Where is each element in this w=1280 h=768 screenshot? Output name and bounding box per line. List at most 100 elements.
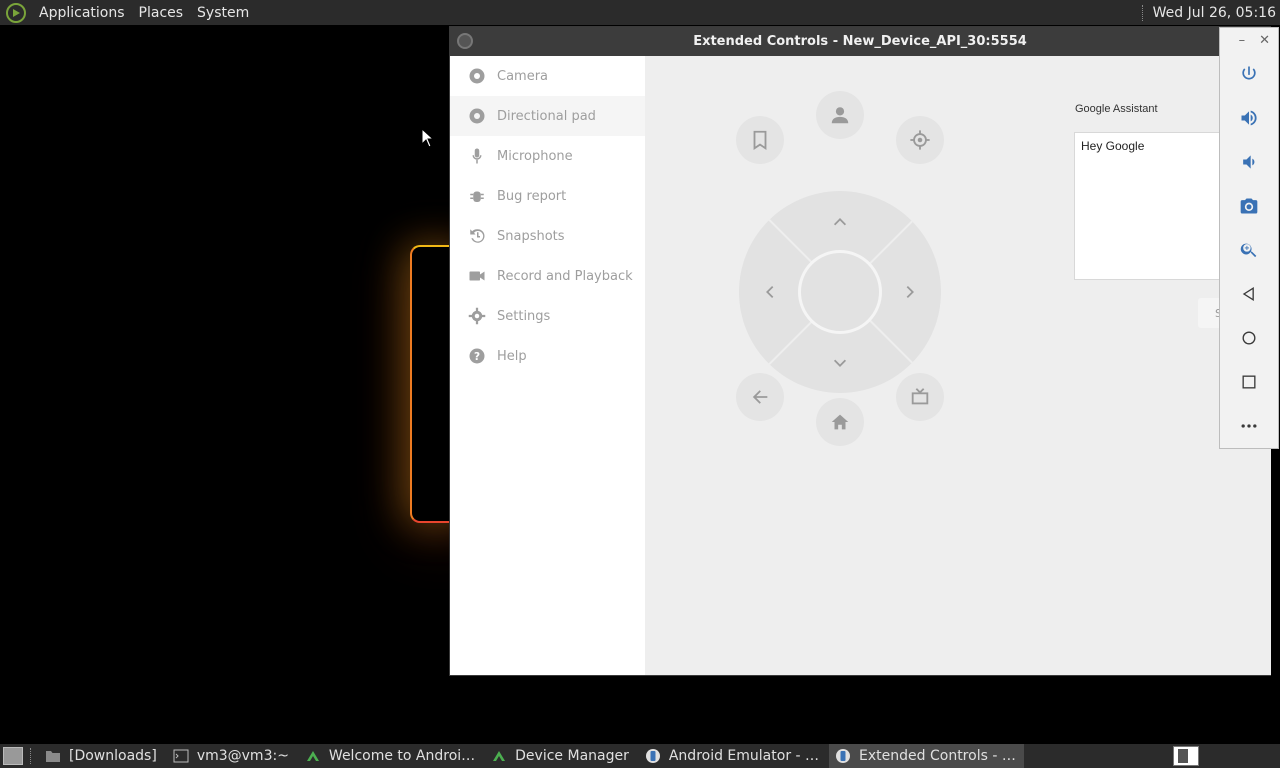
sidebar-item-label: Microphone xyxy=(497,148,573,164)
back-button[interactable] xyxy=(736,373,784,421)
taskbar-item-label: Welcome to Androi… xyxy=(328,748,476,764)
dpad-up-button[interactable] xyxy=(830,212,850,232)
emulator-icon xyxy=(835,748,851,764)
sidebar-item-label: Snapshots xyxy=(497,228,565,244)
volume-up-button[interactable] xyxy=(1220,96,1278,140)
chevron-left-icon xyxy=(766,285,774,299)
chevron-right-icon xyxy=(906,285,914,299)
sidebar-item-label: Camera xyxy=(497,68,549,84)
nav-overview-button[interactable] xyxy=(1220,360,1278,404)
menu-places[interactable]: Places xyxy=(132,5,191,21)
taskbar-item-downloads[interactable]: [Downloads] xyxy=(39,744,165,768)
taskbar-item-label: [Downloads] xyxy=(69,748,157,764)
power-button[interactable] xyxy=(1220,52,1278,96)
taskbar-item-welcome-android-studio[interactable]: Welcome to Androi… xyxy=(299,744,483,768)
overview-icon xyxy=(1242,375,1256,389)
assistant-query-input[interactable]: Hey Google xyxy=(1074,132,1234,280)
sidebar-item-directional-pad[interactable]: Directional pad xyxy=(450,96,645,136)
panel-grip xyxy=(1141,4,1145,21)
dpad-icon xyxy=(468,107,486,125)
taskbar-item-device-manager[interactable]: Device Manager xyxy=(485,744,637,768)
volume-down-button[interactable] xyxy=(1220,140,1278,184)
account-button[interactable] xyxy=(816,91,864,139)
gear-icon xyxy=(468,307,486,325)
sidebar-item-label: Help xyxy=(497,348,527,364)
minimize-button[interactable]: – xyxy=(1239,33,1246,48)
more-icon xyxy=(1241,424,1257,428)
history-icon xyxy=(468,227,486,245)
close-button[interactable]: ✕ xyxy=(1259,33,1270,48)
sidebar-item-settings[interactable]: Settings xyxy=(450,296,645,336)
nav-back-button[interactable] xyxy=(1220,272,1278,316)
sidebar-item-camera[interactable]: Camera xyxy=(450,56,645,96)
back-icon xyxy=(1242,286,1254,302)
top-panel: Applications Places System Wed Jul 26, 0… xyxy=(0,0,1280,25)
menu-system[interactable]: System xyxy=(190,5,256,21)
android-studio-icon xyxy=(305,748,321,764)
volume-up-icon xyxy=(1241,110,1257,126)
svg-text:?: ? xyxy=(474,351,480,363)
assistant-label: Google Assistant xyxy=(1075,103,1158,115)
directional-pad xyxy=(739,191,941,393)
distro-logo-icon[interactable] xyxy=(6,2,26,23)
taskbar-item-terminal[interactable]: vm3@vm3:~ xyxy=(167,744,297,768)
taskbar-item-extended-controls[interactable]: Extended Controls - … xyxy=(829,744,1024,768)
more-button[interactable] xyxy=(1220,404,1278,448)
sidebar-item-help[interactable]: ? Help xyxy=(450,336,645,376)
volume-down-icon xyxy=(1243,155,1255,169)
bookmark-button[interactable] xyxy=(736,116,784,164)
tv-button[interactable] xyxy=(896,373,944,421)
window-title: Extended Controls - New_Device_API_30:55… xyxy=(693,34,1027,49)
clock[interactable]: Wed Jul 26, 05:16 xyxy=(1153,5,1276,21)
dpad-right-button[interactable] xyxy=(900,282,920,302)
zoom-icon xyxy=(1240,243,1257,258)
arrow-back-icon xyxy=(752,390,768,404)
taskbar-item-android-emulator[interactable]: Android Emulator - … xyxy=(639,744,827,768)
sidebar-item-snapshots[interactable]: Snapshots xyxy=(450,216,645,256)
taskbar-grip xyxy=(30,748,33,764)
workspace-switcher[interactable] xyxy=(1173,746,1199,766)
menu-applications[interactable]: Applications xyxy=(32,5,132,21)
home-icon xyxy=(831,414,849,430)
home-button[interactable] xyxy=(816,398,864,446)
sidebar-item-label: Directional pad xyxy=(497,108,596,124)
sidebar-item-label: Settings xyxy=(497,308,551,324)
sidebar-item-microphone[interactable]: Microphone xyxy=(450,136,645,176)
folder-icon xyxy=(45,748,61,764)
mouse-cursor-icon xyxy=(421,128,435,148)
workspace-window-preview xyxy=(1178,749,1188,763)
sidebar-item-bug-report[interactable]: Bug report xyxy=(450,176,645,216)
microphone-icon xyxy=(468,147,486,165)
sidebar-item-record-playback[interactable]: Record and Playback xyxy=(450,256,645,296)
settings-button[interactable] xyxy=(896,116,944,164)
bookmark-icon xyxy=(753,130,767,150)
show-desktop-button[interactable] xyxy=(3,747,23,765)
terminal-icon xyxy=(173,748,189,764)
dpad-down-button[interactable] xyxy=(830,353,850,373)
taskbar: [Downloads] vm3@vm3:~ Welcome to Androi…… xyxy=(0,744,1280,768)
taskbar-item-label: Device Manager xyxy=(515,748,629,764)
power-icon xyxy=(1242,66,1256,80)
taskbar-item-label: Extended Controls - … xyxy=(859,748,1016,764)
window-titlebar[interactable]: Extended Controls - New_Device_API_30:55… xyxy=(450,27,1270,56)
nav-home-button[interactable] xyxy=(1220,316,1278,360)
help-icon: ? xyxy=(468,347,486,365)
emulator-toolbar: – ✕ xyxy=(1219,27,1279,449)
zoom-button[interactable] xyxy=(1220,228,1278,272)
window-menu-icon[interactable] xyxy=(457,33,473,49)
camera-icon xyxy=(1240,198,1258,214)
directional-pad-panel: Google Assistant Hey Google S xyxy=(646,56,1271,675)
camera-icon xyxy=(468,67,486,85)
screenshot-button[interactable] xyxy=(1220,184,1278,228)
taskbar-item-label: Android Emulator - … xyxy=(668,748,820,764)
taskbar-item-label: vm3@vm3:~ xyxy=(196,748,289,764)
android-studio-icon xyxy=(491,748,507,764)
home-circle-icon xyxy=(1242,331,1256,345)
dpad-left-button[interactable] xyxy=(760,282,780,302)
bug-icon xyxy=(468,187,486,205)
tv-icon xyxy=(911,388,929,405)
person-icon xyxy=(831,107,849,124)
chevron-up-icon xyxy=(833,218,847,226)
dpad-center-button[interactable] xyxy=(798,250,882,334)
gear-icon xyxy=(910,130,930,150)
